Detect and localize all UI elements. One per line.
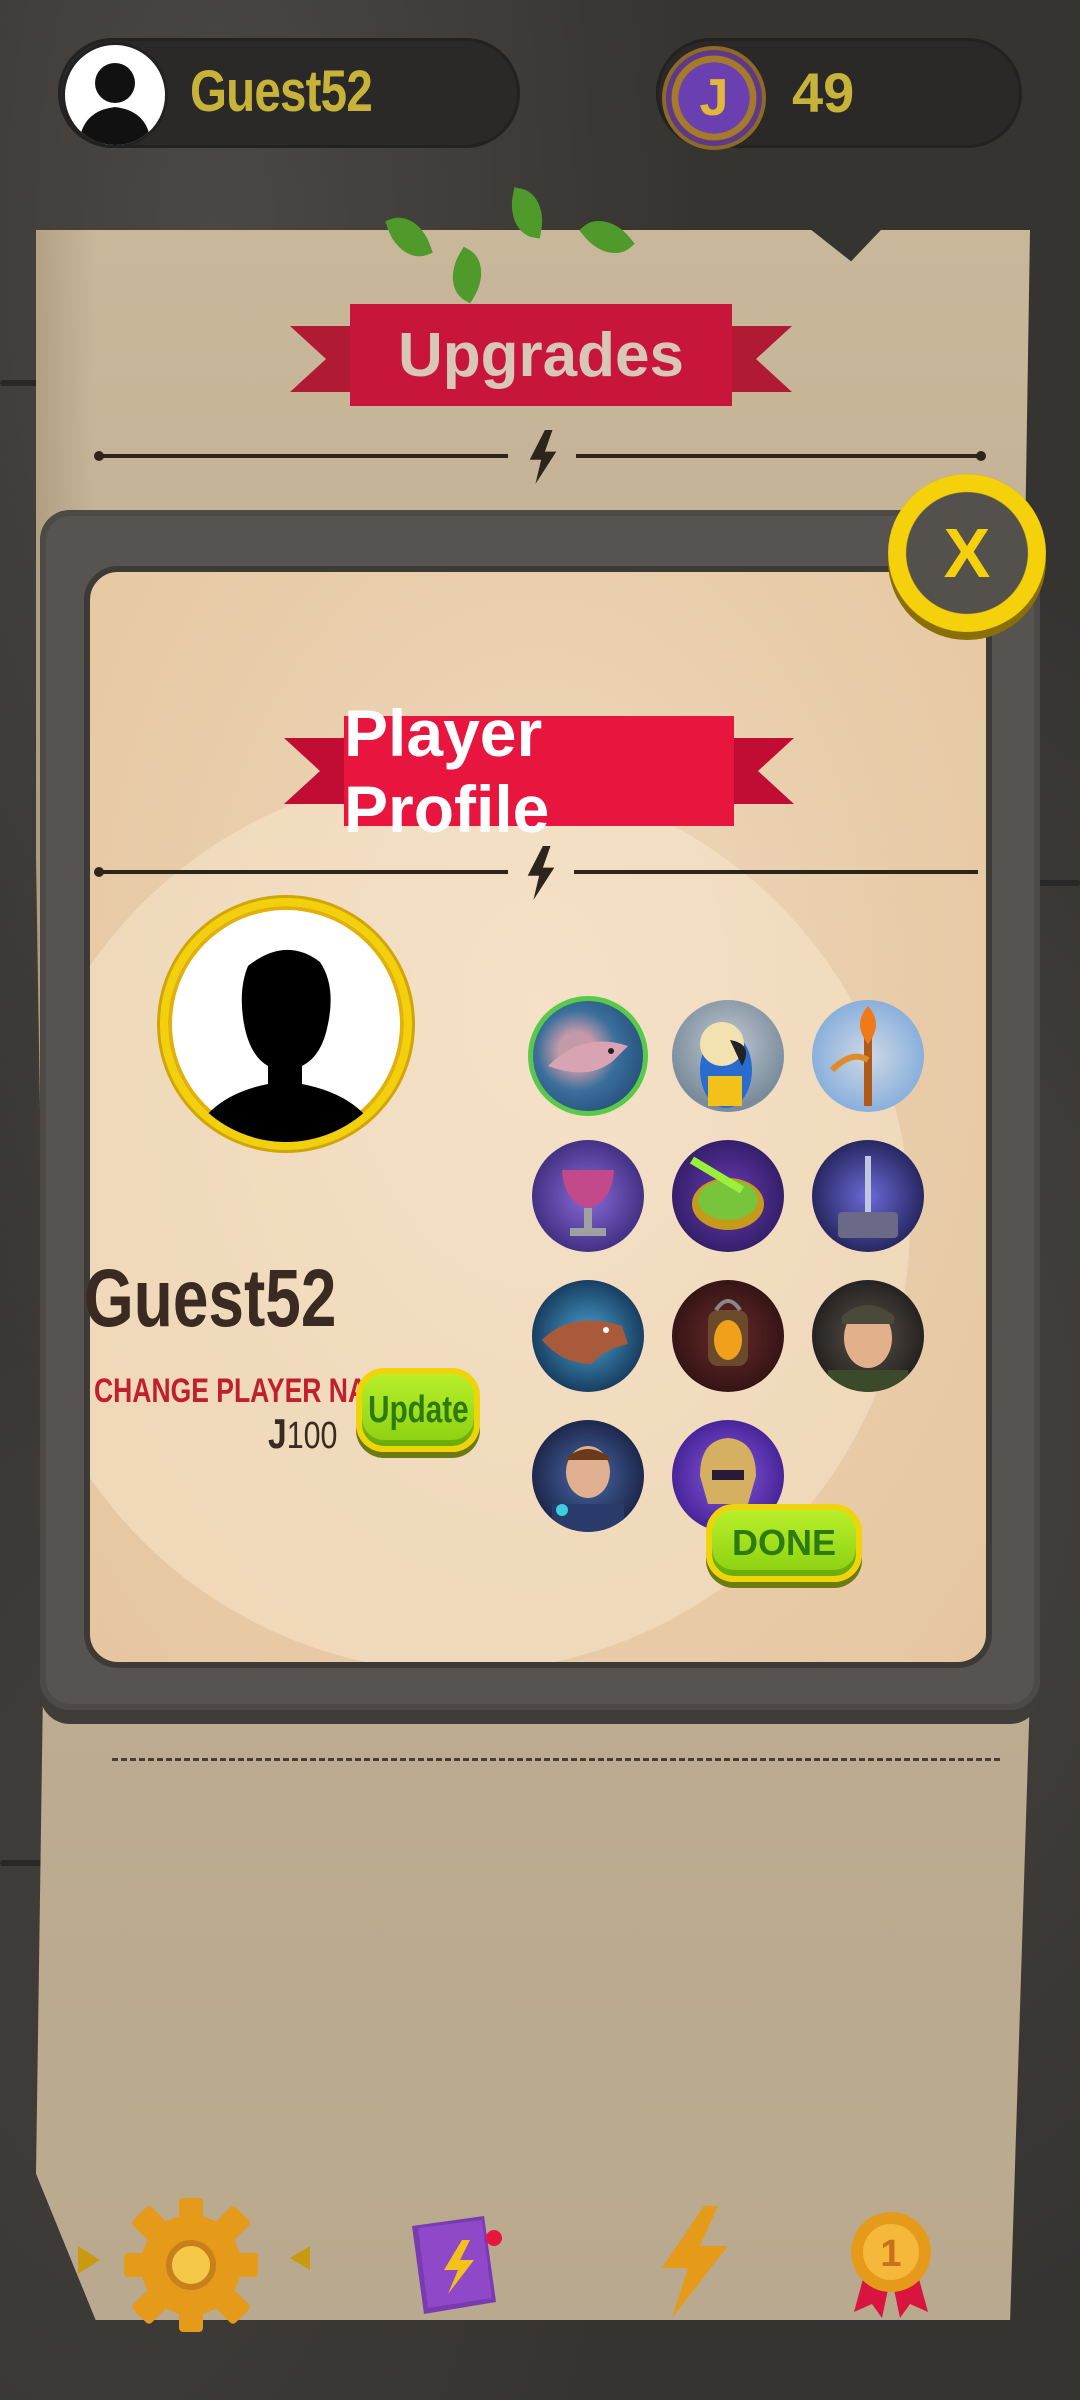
coin-icon: J (268, 1410, 287, 1457)
divider-dot (94, 451, 104, 461)
player-name: Guest52 (84, 1253, 337, 1344)
settings-gear-icon[interactable] (116, 2190, 266, 2340)
player-profile-ribbon: Player Profile (284, 696, 794, 846)
divider-line (98, 870, 508, 874)
right-arrow-icon (290, 2246, 310, 2270)
fire-staff-icon (829, 1006, 876, 1106)
rank-medal-number: 1 (880, 2233, 901, 2275)
dinosaur-icon (542, 1320, 628, 1364)
avatar-dinosaur[interactable] (532, 1280, 644, 1392)
space-boy-icon (552, 1446, 624, 1532)
coin-icon: J (662, 46, 766, 150)
silhouette-icon (190, 949, 382, 1142)
done-button[interactable]: DONE (706, 1504, 862, 1582)
shark-icon (548, 1041, 628, 1073)
coin-count: 49 (792, 61, 855, 124)
user-avatar[interactable] (62, 42, 168, 148)
avatar-space-boy[interactable] (532, 1420, 644, 1532)
divider-line (98, 454, 508, 458)
lantern-icon (708, 1299, 748, 1366)
divider-dot (976, 451, 986, 461)
goblet-icon (562, 1170, 614, 1236)
update-button[interactable]: Update (356, 1368, 480, 1452)
left-arrow-icon (78, 2246, 100, 2274)
dashed-separator (112, 1758, 1000, 1761)
name-change-cost: J100 (268, 1410, 337, 1458)
rank-medal-icon[interactable]: 1 (846, 2208, 936, 2320)
top-username: Guest52 (190, 59, 373, 124)
divider-dot (94, 867, 104, 877)
green-coin-icon (689, 1156, 764, 1230)
profile-avatar[interactable] (160, 898, 412, 1150)
avatar-shark[interactable] (528, 996, 648, 1116)
avatar-soldier[interactable] (812, 1280, 924, 1392)
avatar-lantern[interactable] (672, 1280, 784, 1392)
upgrades-ribbon: Upgrades (290, 304, 792, 406)
silhouette-icon (79, 63, 151, 145)
avatar-green-coin[interactable] (672, 1140, 784, 1252)
close-button[interactable]: X (888, 474, 1046, 632)
upgrades-title: Upgrades (350, 304, 732, 406)
parrot-icon (700, 1022, 752, 1108)
spell-book-icon[interactable] (404, 2212, 508, 2318)
lightning-icon[interactable] (652, 2206, 734, 2318)
hammer-icon (838, 1156, 898, 1238)
avatar-hammer[interactable] (812, 1140, 924, 1252)
avatar-parrot[interactable] (672, 1000, 784, 1112)
avatar-fire-staff[interactable] (812, 1000, 924, 1112)
avatar-goblet[interactable] (532, 1140, 644, 1252)
divider-line (574, 870, 978, 874)
cost-value: 100 (286, 1415, 338, 1457)
soldier-icon (828, 1305, 908, 1392)
divider-line (576, 454, 982, 458)
modal-title: Player Profile (344, 696, 734, 846)
update-button-label: Update (367, 1388, 469, 1431)
